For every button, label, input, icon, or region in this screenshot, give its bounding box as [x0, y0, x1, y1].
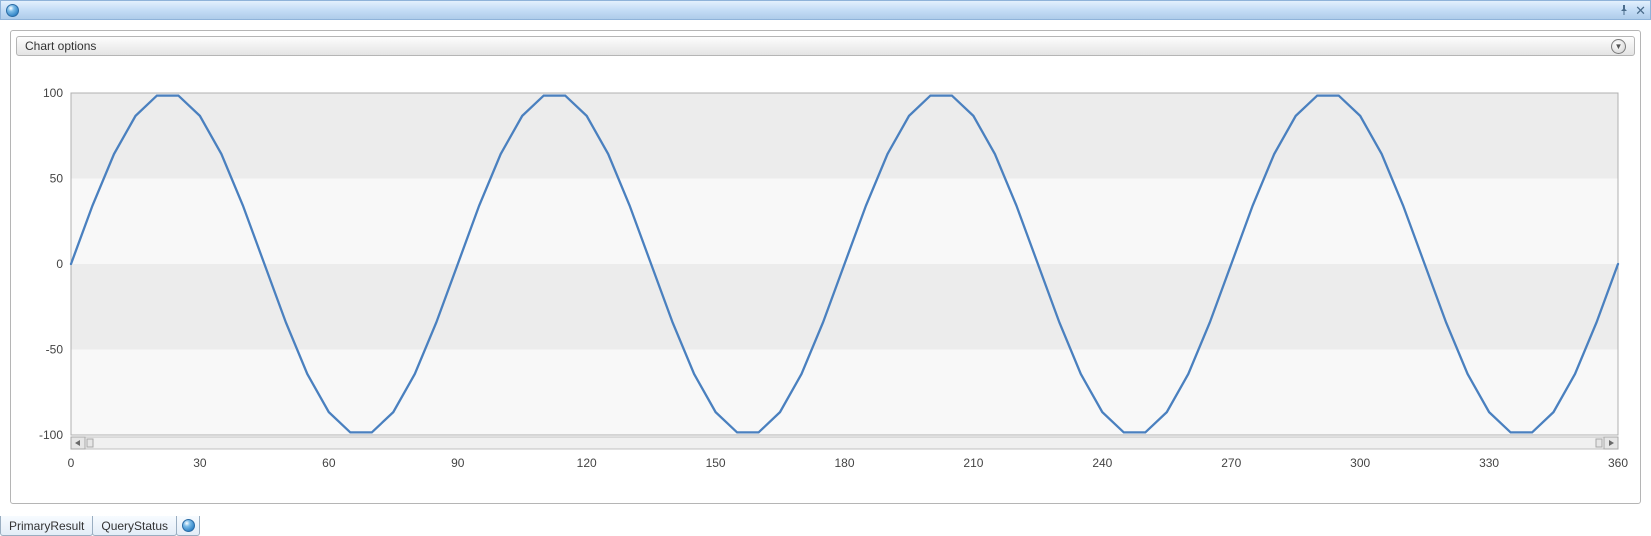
expand-icon[interactable]	[1611, 39, 1626, 54]
svg-text:150: 150	[706, 456, 726, 470]
svg-text:180: 180	[834, 456, 854, 470]
globe-icon	[5, 3, 19, 17]
svg-text:100: 100	[43, 86, 63, 100]
chart-options-bar[interactable]: Chart options	[16, 36, 1635, 56]
svg-text:210: 210	[963, 456, 983, 470]
chart-svg: -100 -50 0 50 100 0 30 60 90 120 150 180 210 240 270 30…	[15, 59, 1636, 499]
tab-label: PrimaryResult	[9, 519, 84, 533]
svg-text:60: 60	[322, 456, 336, 470]
close-icon[interactable]: ✕	[1635, 4, 1646, 17]
pin-icon[interactable]	[1619, 5, 1629, 15]
panel-title-bar: ✕	[0, 0, 1651, 20]
content-frame: Chart options -100 -50 0 50 100 0 30 60 90 120 150…	[10, 30, 1641, 504]
svg-text:120: 120	[577, 456, 597, 470]
tab-label: QueryStatus	[101, 519, 168, 533]
svg-text:240: 240	[1092, 456, 1112, 470]
result-panel: ✕ Chart options -100 -50 0 50 100 0 30 60 90 120 1…	[0, 0, 1651, 536]
svg-text:0: 0	[56, 257, 63, 271]
svg-text:270: 270	[1221, 456, 1241, 470]
svg-text:50: 50	[50, 172, 64, 186]
svg-text:0: 0	[68, 456, 75, 470]
svg-text:30: 30	[193, 456, 207, 470]
content-area: Chart options -100 -50 0 50 100 0 30 60 90 120 150…	[0, 20, 1651, 514]
svg-text:-50: -50	[46, 343, 64, 357]
range-scrollbar[interactable]	[71, 437, 1618, 449]
svg-text:360: 360	[1608, 456, 1628, 470]
globe-icon	[181, 519, 195, 533]
chart: -100 -50 0 50 100 0 30 60 90 120 150 180 210 240 270 30…	[11, 59, 1640, 503]
svg-text:-100: -100	[39, 428, 63, 442]
tab-chart[interactable]	[176, 516, 200, 536]
svg-text:90: 90	[451, 456, 465, 470]
tab-strip: PrimaryResult QueryStatus	[0, 514, 1651, 536]
svg-text:330: 330	[1479, 456, 1499, 470]
tab-primary-result[interactable]: PrimaryResult	[0, 516, 93, 536]
svg-text:300: 300	[1350, 456, 1370, 470]
tab-query-status[interactable]: QueryStatus	[92, 516, 177, 536]
chart-options-label: Chart options	[25, 39, 96, 53]
